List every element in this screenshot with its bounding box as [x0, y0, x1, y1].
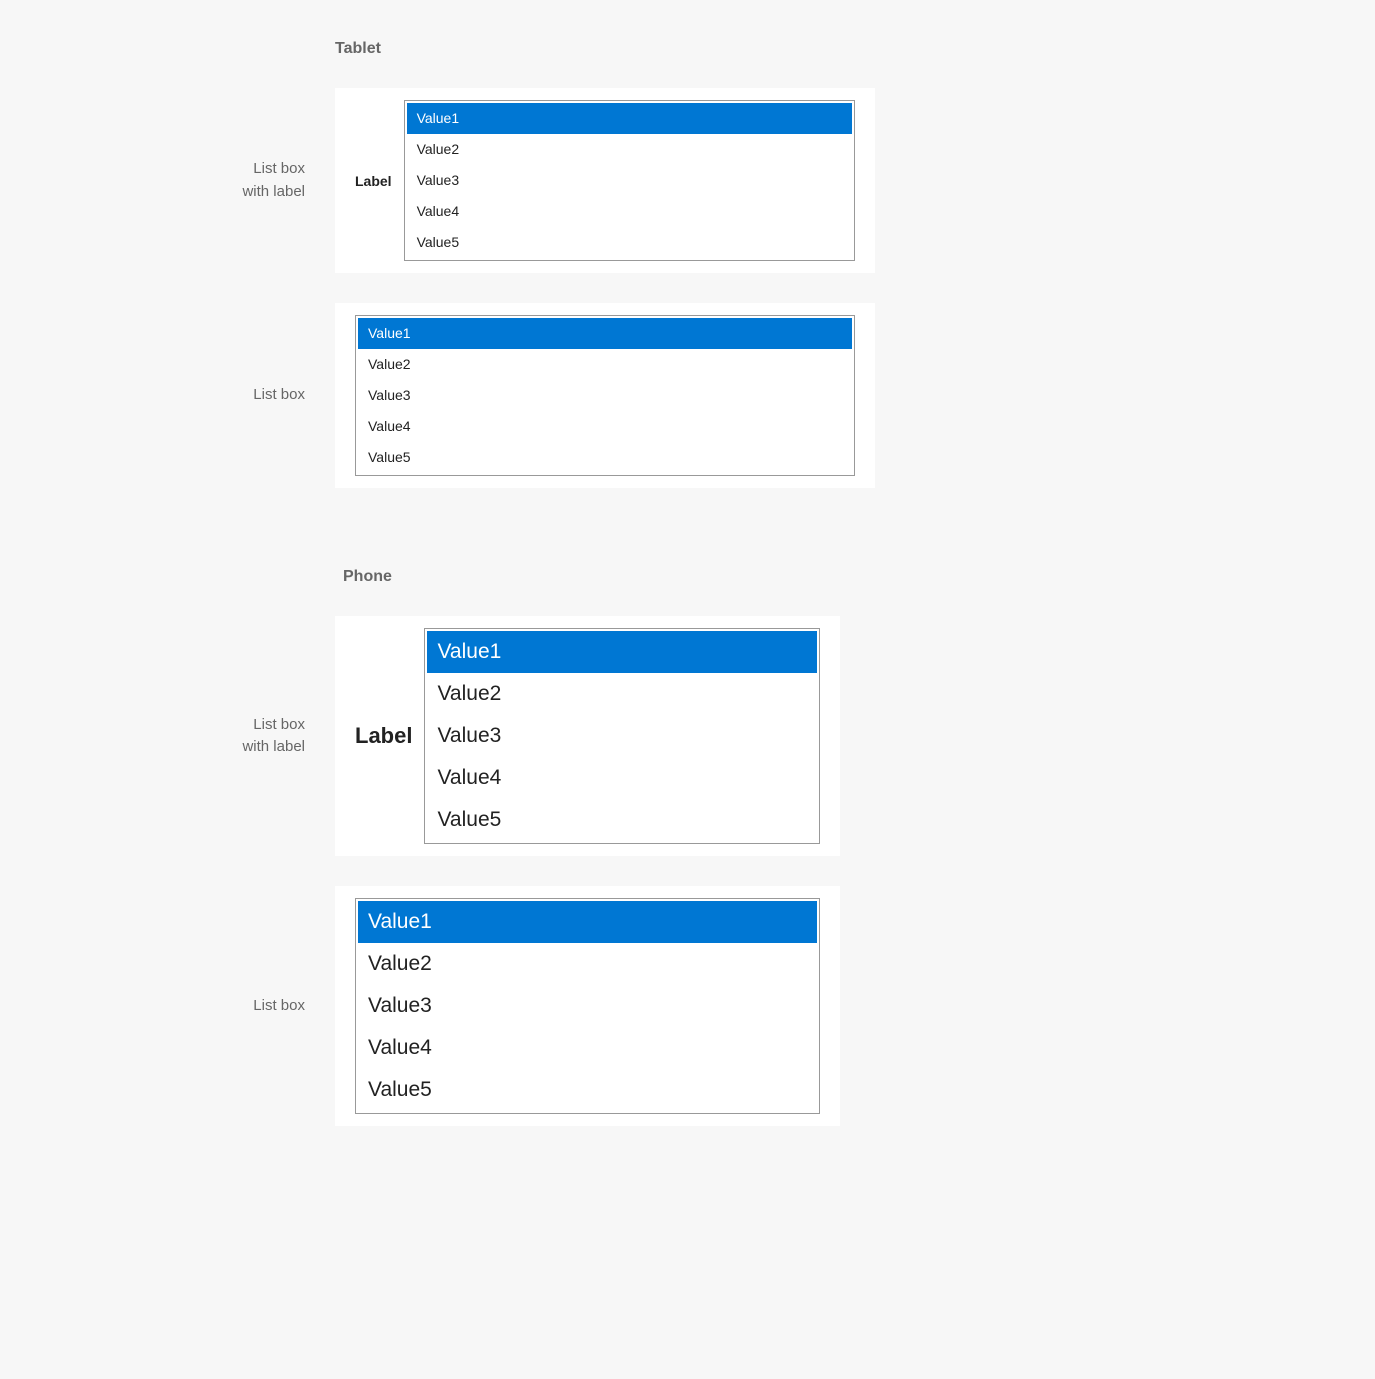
listbox-item[interactable]: Value5: [407, 227, 852, 258]
listbox-item[interactable]: Value2: [358, 349, 852, 380]
listbox-label: Label: [355, 723, 424, 749]
listbox-item[interactable]: Value1: [407, 103, 852, 134]
listbox-item[interactable]: Value4: [407, 196, 852, 227]
listbox-item[interactable]: Value1: [358, 901, 817, 943]
listbox-item[interactable]: Value5: [427, 799, 817, 841]
card-tablet-with-label: Label Value1 Value2 Value3 Value4 Value5: [335, 88, 875, 273]
card-phone-no-label: Value1 Value2 Value3 Value4 Value5: [335, 886, 840, 1126]
card-tablet-no-label: Value1 Value2 Value3 Value4 Value5: [335, 303, 875, 488]
listbox[interactable]: Value1 Value2 Value3 Value4 Value5: [355, 898, 820, 1114]
listbox-item[interactable]: Value2: [427, 673, 817, 715]
listbox-item[interactable]: Value2: [407, 134, 852, 165]
listbox-item[interactable]: Value3: [427, 715, 817, 757]
listbox-item[interactable]: Value1: [358, 318, 852, 349]
section-heading-phone: Phone: [335, 568, 392, 586]
listbox-item[interactable]: Value4: [358, 411, 852, 442]
listbox-item[interactable]: Value4: [427, 757, 817, 799]
listbox-item[interactable]: Value1: [427, 631, 817, 673]
listbox-item[interactable]: Value4: [358, 1027, 817, 1069]
side-label-listbox: List box: [0, 384, 335, 407]
listbox[interactable]: Value1 Value2 Value3 Value4 Value5: [355, 315, 855, 476]
listbox-item[interactable]: Value3: [407, 165, 852, 196]
section-heading-tablet: Tablet: [335, 40, 381, 58]
listbox-item[interactable]: Value5: [358, 1069, 817, 1111]
side-label-listbox-with-label: List boxwith label: [0, 158, 335, 203]
listbox[interactable]: Value1 Value2 Value3 Value4 Value5: [424, 628, 820, 844]
side-label-listbox: List box: [0, 995, 335, 1018]
listbox-item[interactable]: Value3: [358, 380, 852, 411]
listbox[interactable]: Value1 Value2 Value3 Value4 Value5: [404, 100, 855, 261]
listbox-label: Label: [355, 173, 404, 189]
listbox-item[interactable]: Value5: [358, 442, 852, 473]
card-phone-with-label: Label Value1 Value2 Value3 Value4 Value5: [335, 616, 840, 856]
listbox-item[interactable]: Value2: [358, 943, 817, 985]
listbox-item[interactable]: Value3: [358, 985, 817, 1027]
side-label-listbox-with-label: List boxwith label: [0, 714, 335, 759]
